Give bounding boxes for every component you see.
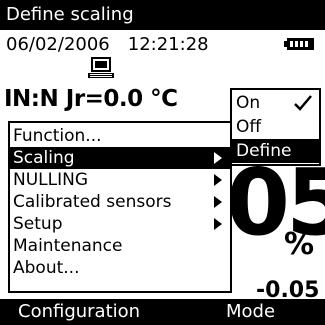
submenu-arrow-icon (214, 196, 222, 208)
menu-item-maintenance[interactable]: Maintenance (10, 235, 230, 257)
measurement-label: IN:N Jr=0.0 °C (4, 86, 178, 112)
menu-item-label: About... (13, 258, 80, 278)
submenu-item-label: On (236, 93, 261, 113)
menu-item-function[interactable]: Function... (10, 125, 230, 147)
submenu-item-label: Define (236, 141, 292, 161)
battery-icon (284, 38, 314, 50)
checkmark-icon (294, 95, 312, 111)
softkey-bar: Configuration Mode (0, 299, 325, 325)
submenu-item-on[interactable]: On (232, 91, 319, 115)
title-bar: Define scaling (0, 0, 325, 30)
screen-title: Define scaling (6, 4, 134, 25)
menu-item-setup[interactable]: Setup (10, 213, 230, 235)
menu-item-label: Scaling (13, 148, 75, 168)
softkey-configuration[interactable]: Configuration (18, 299, 140, 325)
device-screen: Define scaling 06/02/2006 12:21:28 IN:N J… (0, 0, 325, 325)
time-text: 12:21:28 (127, 34, 209, 55)
menu-item-label: Function... (13, 126, 102, 146)
menu-item-label: Maintenance (13, 236, 123, 256)
submenu-arrow-icon (214, 218, 222, 230)
menu-item-label: NULLING (13, 170, 89, 190)
menu-item-label: Setup (13, 214, 63, 234)
menu-item-label: Calibrated sensors (13, 192, 172, 212)
computer-icon (88, 57, 114, 78)
date-time: 06/02/2006 12:21:28 (6, 34, 209, 56)
softkey-mode[interactable]: Mode (226, 299, 275, 325)
date-text: 06/02/2006 (6, 34, 110, 55)
measurement-unit: % (284, 227, 315, 262)
submenu-item-label: Off (236, 117, 262, 137)
menu-item-calibrated-sensors[interactable]: Calibrated sensors (10, 191, 230, 213)
submenu-item-define[interactable]: Define (232, 139, 319, 163)
menu-item-scaling[interactable]: Scaling (10, 147, 230, 169)
submenu-item-off[interactable]: Off (232, 115, 319, 139)
submenu-arrow-icon (214, 152, 222, 164)
configuration-menu: Function... Scaling NULLING Calibrated s… (8, 121, 232, 293)
menu-item-nulling[interactable]: NULLING (10, 169, 230, 191)
scaling-submenu: On Off Define (230, 88, 321, 166)
submenu-arrow-icon (214, 174, 222, 186)
menu-item-about[interactable]: About... (10, 257, 230, 279)
submenu-arrow-icon (307, 145, 315, 157)
